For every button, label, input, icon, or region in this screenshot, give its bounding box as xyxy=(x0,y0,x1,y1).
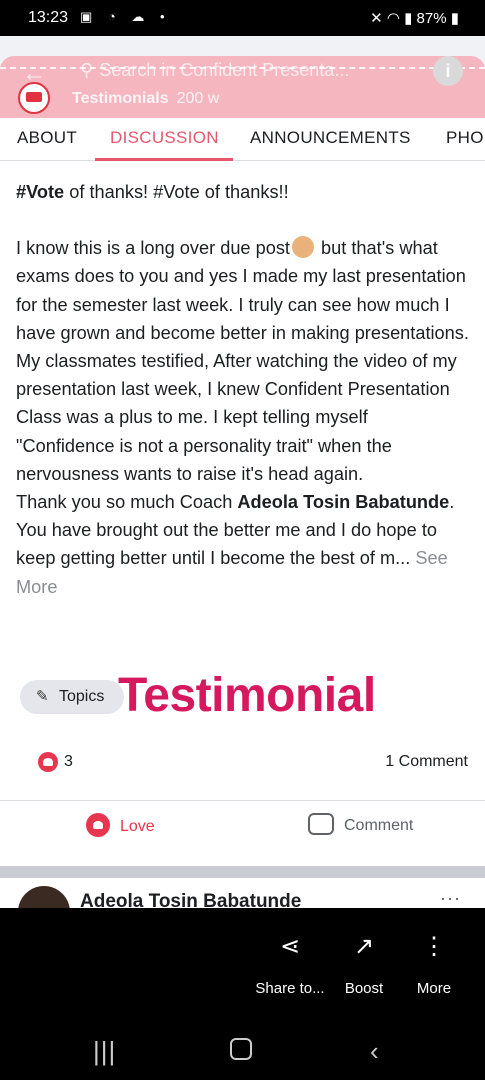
mute-icon: ✕ xyxy=(370,10,383,27)
tab-discussion[interactable]: DISCUSSION xyxy=(110,128,219,148)
monkey-emoji-icon xyxy=(291,236,314,259)
info-icon[interactable]: i xyxy=(433,56,463,86)
avatar[interactable] xyxy=(18,886,70,908)
topics-chip-label: Topics xyxy=(59,688,105,705)
post-actions: Love Comment xyxy=(0,800,485,851)
post-age: 200 w xyxy=(176,90,220,107)
notification-icons: ▣ ◔ ☁ • xyxy=(80,9,171,24)
group-header: ← ⚲ Search in Confident Presenta... i Tes… xyxy=(0,56,485,118)
wifi-icon: ◠ xyxy=(386,10,400,27)
pencil-icon: ✎ xyxy=(36,688,49,705)
search-bar[interactable]: ⚲ Search in Confident Presenta... xyxy=(80,60,410,82)
status-bar: 13:23 ▣ ◔ ☁ • ✕ ◠ ▮ 87% ▮ xyxy=(0,0,485,36)
topics-chip[interactable]: ✎ Topics xyxy=(20,680,124,714)
group-logo xyxy=(18,82,50,114)
heart-icon xyxy=(86,813,110,837)
battery-icon: ▮ xyxy=(450,10,459,27)
battery-level: 87% xyxy=(416,10,447,27)
post-text: #Vote of thanks! #Vote of thanks!! I kno… xyxy=(16,182,469,597)
status-right: ✕ ◠ ▮ 87% ▮ xyxy=(370,9,459,27)
signal-icon: ▮ xyxy=(404,10,413,27)
next-post-header: Adeola Tosin Babatunde ··· xyxy=(0,878,485,908)
app-screen: ← ⚲ Search in Confident Presenta... i Tes… xyxy=(0,36,485,908)
next-post-author[interactable]: Adeola Tosin Babatunde xyxy=(80,891,301,908)
vertical-dots-icon: ⋮ xyxy=(422,933,446,960)
tab-photos[interactable]: PHO xyxy=(446,128,484,148)
status-time: 13:23 xyxy=(28,9,69,26)
love-reaction-icon[interactable] xyxy=(38,752,58,772)
feed-divider xyxy=(0,866,485,878)
post-sheet: ← ⚲ Search in Confident Presenta... i Tes… xyxy=(0,56,485,908)
recents-icon[interactable]: ||| xyxy=(93,1036,116,1067)
group-topic-title: Testimonials xyxy=(72,90,169,107)
comment-button[interactable]: Comment xyxy=(308,813,413,835)
topic-label[interactable]: Testimonial xyxy=(118,668,376,723)
active-tab-indicator xyxy=(95,158,233,161)
group-tabs: ABOUT DISCUSSION ANNOUNCEMENTS PHO xyxy=(0,118,485,161)
search-placeholder: Search in Confident Presenta... xyxy=(99,60,350,80)
search-icon: ⚲ xyxy=(80,60,94,80)
hashtag-vote[interactable]: #Vote xyxy=(16,182,64,202)
comment-count[interactable]: 1 Comment xyxy=(385,753,468,771)
system-back-icon[interactable]: ‹ xyxy=(370,1036,379,1067)
system-nav-bar: ||| ‹ xyxy=(0,1018,485,1080)
more-options-icon[interactable]: ··· xyxy=(440,888,461,908)
mention-link[interactable]: Adeola Tosin Babatunde xyxy=(237,492,449,512)
reaction-stats: 3 1 Comment xyxy=(0,748,485,778)
home-icon[interactable] xyxy=(230,1038,252,1060)
reaction-count[interactable]: 3 xyxy=(64,753,73,771)
love-button[interactable]: Love xyxy=(86,813,155,837)
tab-about[interactable]: ABOUT xyxy=(17,128,77,148)
comment-icon xyxy=(308,813,334,835)
tab-announcements[interactable]: ANNOUNCEMENTS xyxy=(250,128,411,148)
bottom-action-menu: ⋖ Share to... ↗ Boost ⋮ More xyxy=(0,908,485,1018)
more-button[interactable]: ⋮ More xyxy=(389,932,479,997)
